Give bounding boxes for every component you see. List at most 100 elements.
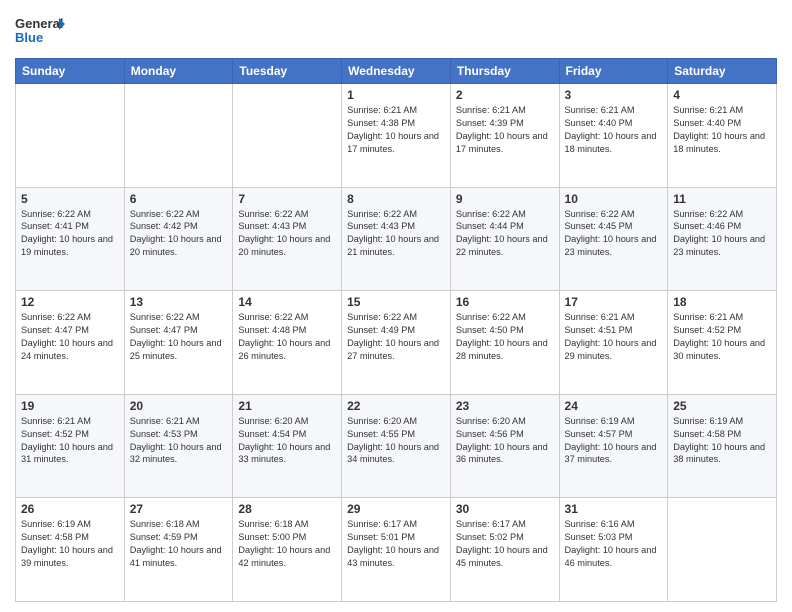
day-info: Sunrise: 6:22 AMSunset: 4:47 PMDaylight:… xyxy=(130,311,228,363)
calendar-cell: 9 Sunrise: 6:22 AMSunset: 4:44 PMDaylight… xyxy=(450,187,559,291)
day-number: 1 xyxy=(347,88,445,102)
day-number: 4 xyxy=(673,88,771,102)
calendar-cell: 20Sunrise: 6:21 AMSunset: 4:53 PMDayligh… xyxy=(124,394,233,498)
calendar-cell xyxy=(16,84,125,188)
day-number: 7 xyxy=(238,192,336,206)
day-number: 18 xyxy=(673,295,771,309)
calendar-cell: 8 Sunrise: 6:22 AMSunset: 4:43 PMDaylight… xyxy=(342,187,451,291)
calendar-cell: 18 Sunrise: 6:21 AMSunset: 4:52 PMDayligh… xyxy=(668,291,777,395)
day-number: 3 xyxy=(565,88,663,102)
weekday-header: Sunday xyxy=(16,59,125,84)
day-number: 23 xyxy=(456,399,554,413)
weekday-header: Wednesday xyxy=(342,59,451,84)
header: General Blue xyxy=(15,10,777,50)
calendar-cell: 1 Sunrise: 6:21 AMSunset: 4:38 PMDaylight… xyxy=(342,84,451,188)
day-info: Sunrise: 6:22 AMSunset: 4:49 PMDaylight:… xyxy=(347,311,445,363)
day-info: Sunrise: 6:21 AMSunset: 4:40 PMDaylight:… xyxy=(673,104,771,156)
calendar-cell: 23 Sunrise: 6:20 AMSunset: 4:56 PMDayligh… xyxy=(450,394,559,498)
calendar-cell: 30Sunrise: 6:17 AMSunset: 5:02 PMDayligh… xyxy=(450,498,559,602)
day-number: 6 xyxy=(130,192,228,206)
calendar-cell: 28 Sunrise: 6:18 AMSunset: 5:00 PMDayligh… xyxy=(233,498,342,602)
svg-text:General: General xyxy=(15,16,63,31)
day-info: Sunrise: 6:18 AMSunset: 4:59 PMDaylight:… xyxy=(130,518,228,570)
day-info: Sunrise: 6:21 AMSunset: 4:53 PMDaylight:… xyxy=(130,415,228,467)
calendar-table: SundayMondayTuesdayWednesdayThursdayFrid… xyxy=(15,58,777,602)
day-number: 9 xyxy=(456,192,554,206)
day-info: Sunrise: 6:18 AMSunset: 5:00 PMDaylight:… xyxy=(238,518,336,570)
day-info: Sunrise: 6:20 AMSunset: 4:54 PMDaylight:… xyxy=(238,415,336,467)
calendar-cell: 25 Sunrise: 6:19 AMSunset: 4:58 PMDayligh… xyxy=(668,394,777,498)
day-number: 30 xyxy=(456,502,554,516)
day-info: Sunrise: 6:22 AMSunset: 4:43 PMDaylight:… xyxy=(347,208,445,260)
weekday-header: Tuesday xyxy=(233,59,342,84)
weekday-header: Monday xyxy=(124,59,233,84)
day-number: 2 xyxy=(456,88,554,102)
day-number: 19 xyxy=(21,399,119,413)
day-number: 24 xyxy=(565,399,663,413)
day-info: Sunrise: 6:21 AMSunset: 4:39 PMDaylight:… xyxy=(456,104,554,156)
day-number: 31 xyxy=(565,502,663,516)
day-info: Sunrise: 6:21 AMSunset: 4:40 PMDaylight:… xyxy=(565,104,663,156)
calendar-cell: 12 Sunrise: 6:22 AMSunset: 4:47 PMDayligh… xyxy=(16,291,125,395)
calendar-cell: 16 Sunrise: 6:22 AMSunset: 4:50 PMDayligh… xyxy=(450,291,559,395)
day-info: Sunrise: 6:22 AMSunset: 4:48 PMDaylight:… xyxy=(238,311,336,363)
day-info: Sunrise: 6:22 AMSunset: 4:43 PMDaylight:… xyxy=(238,208,336,260)
calendar-cell: 10Sunrise: 6:22 AMSunset: 4:45 PMDayligh… xyxy=(559,187,668,291)
calendar-cell: 31 Sunrise: 6:16 AMSunset: 5:03 PMDayligh… xyxy=(559,498,668,602)
logo-icon: General Blue xyxy=(15,10,65,50)
day-info: Sunrise: 6:19 AMSunset: 4:57 PMDaylight:… xyxy=(565,415,663,467)
day-number: 15 xyxy=(347,295,445,309)
day-number: 27 xyxy=(130,502,228,516)
day-info: Sunrise: 6:19 AMSunset: 4:58 PMDaylight:… xyxy=(673,415,771,467)
day-info: Sunrise: 6:22 AMSunset: 4:41 PMDaylight:… xyxy=(21,208,119,260)
day-number: 14 xyxy=(238,295,336,309)
day-info: Sunrise: 6:22 AMSunset: 4:42 PMDaylight:… xyxy=(130,208,228,260)
day-number: 21 xyxy=(238,399,336,413)
calendar-cell xyxy=(233,84,342,188)
day-number: 16 xyxy=(456,295,554,309)
calendar-cell: 13 Sunrise: 6:22 AMSunset: 4:47 PMDayligh… xyxy=(124,291,233,395)
calendar-cell: 21 Sunrise: 6:20 AMSunset: 4:54 PMDayligh… xyxy=(233,394,342,498)
day-info: Sunrise: 6:20 AMSunset: 4:56 PMDaylight:… xyxy=(456,415,554,467)
calendar-cell: 19Sunrise: 6:21 AMSunset: 4:52 PMDayligh… xyxy=(16,394,125,498)
calendar-cell: 17 Sunrise: 6:21 AMSunset: 4:51 PMDayligh… xyxy=(559,291,668,395)
calendar-cell: 6 Sunrise: 6:22 AMSunset: 4:42 PMDaylight… xyxy=(124,187,233,291)
day-info: Sunrise: 6:21 AMSunset: 4:52 PMDaylight:… xyxy=(673,311,771,363)
weekday-header: Saturday xyxy=(668,59,777,84)
calendar-cell xyxy=(668,498,777,602)
calendar-cell: 2 Sunrise: 6:21 AMSunset: 4:39 PMDaylight… xyxy=(450,84,559,188)
logo: General Blue xyxy=(15,10,65,50)
day-number: 25 xyxy=(673,399,771,413)
calendar-cell xyxy=(124,84,233,188)
calendar-cell: 11 Sunrise: 6:22 AMSunset: 4:46 PMDayligh… xyxy=(668,187,777,291)
weekday-header: Thursday xyxy=(450,59,559,84)
day-number: 12 xyxy=(21,295,119,309)
day-info: Sunrise: 6:19 AMSunset: 4:58 PMDaylight:… xyxy=(21,518,119,570)
calendar-cell: 7 Sunrise: 6:22 AMSunset: 4:43 PMDaylight… xyxy=(233,187,342,291)
calendar-cell: 4 Sunrise: 6:21 AMSunset: 4:40 PMDaylight… xyxy=(668,84,777,188)
calendar-cell: 3 Sunrise: 6:21 AMSunset: 4:40 PMDaylight… xyxy=(559,84,668,188)
day-info: Sunrise: 6:16 AMSunset: 5:03 PMDaylight:… xyxy=(565,518,663,570)
calendar-cell: 24 Sunrise: 6:19 AMSunset: 4:57 PMDayligh… xyxy=(559,394,668,498)
day-number: 26 xyxy=(21,502,119,516)
weekday-header: Friday xyxy=(559,59,668,84)
page: General Blue SundayMondayTuesdayWednesda… xyxy=(0,0,792,612)
day-info: Sunrise: 6:22 AMSunset: 4:50 PMDaylight:… xyxy=(456,311,554,363)
day-number: 11 xyxy=(673,192,771,206)
day-info: Sunrise: 6:22 AMSunset: 4:46 PMDaylight:… xyxy=(673,208,771,260)
day-number: 5 xyxy=(21,192,119,206)
day-number: 17 xyxy=(565,295,663,309)
day-info: Sunrise: 6:21 AMSunset: 4:51 PMDaylight:… xyxy=(565,311,663,363)
day-number: 8 xyxy=(347,192,445,206)
calendar-cell: 15 Sunrise: 6:22 AMSunset: 4:49 PMDayligh… xyxy=(342,291,451,395)
day-info: Sunrise: 6:22 AMSunset: 4:47 PMDaylight:… xyxy=(21,311,119,363)
day-info: Sunrise: 6:21 AMSunset: 4:38 PMDaylight:… xyxy=(347,104,445,156)
day-info: Sunrise: 6:17 AMSunset: 5:01 PMDaylight:… xyxy=(347,518,445,570)
calendar-cell: 27 Sunrise: 6:18 AMSunset: 4:59 PMDayligh… xyxy=(124,498,233,602)
day-info: Sunrise: 6:20 AMSunset: 4:55 PMDaylight:… xyxy=(347,415,445,467)
day-number: 10 xyxy=(565,192,663,206)
day-info: Sunrise: 6:22 AMSunset: 4:44 PMDaylight:… xyxy=(456,208,554,260)
day-number: 13 xyxy=(130,295,228,309)
day-number: 28 xyxy=(238,502,336,516)
calendar-cell: 22Sunrise: 6:20 AMSunset: 4:55 PMDayligh… xyxy=(342,394,451,498)
